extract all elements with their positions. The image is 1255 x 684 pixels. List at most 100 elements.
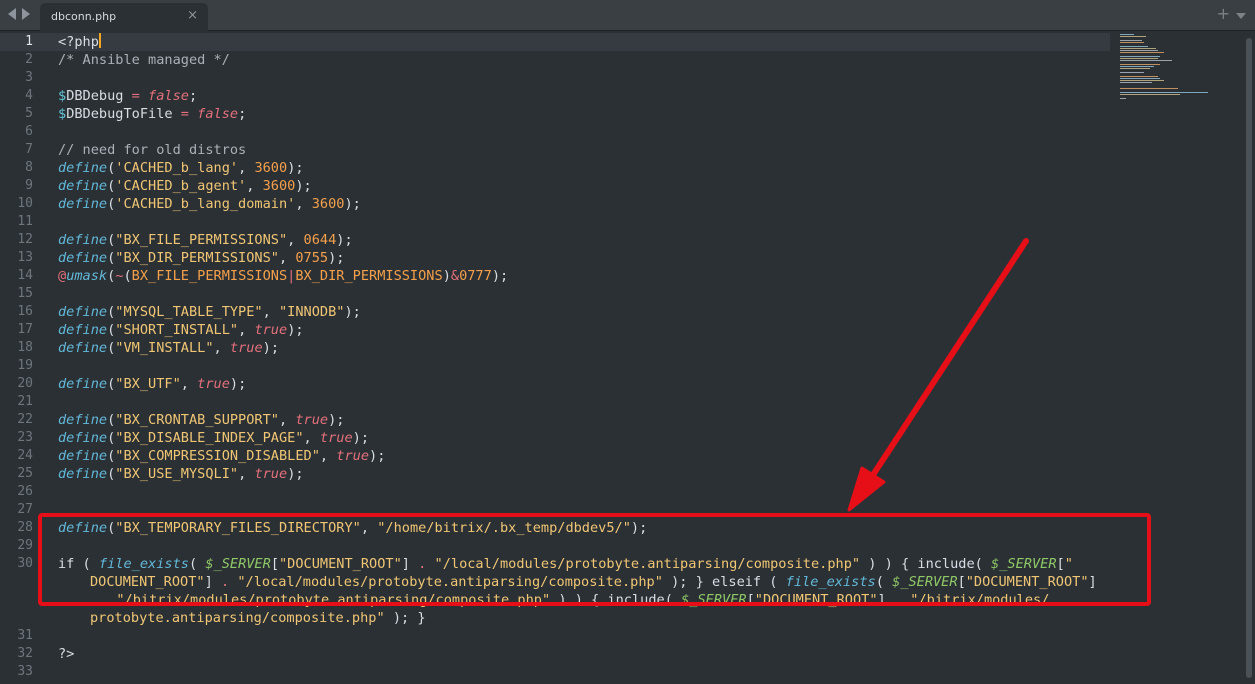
code-token: 0644 [303,232,337,248]
line-number: 27 [17,502,33,517]
line-number-gutter: 1 2 3 4 5 6 7 8 9 10 11 12 13 14 15 16 17 18 19 20 21 22 23 24 2… [0,32,42,684]
minimap-line [1120,34,1134,35]
code-token: DBDebug [66,88,124,104]
code-line[interactable]: define("BX_UTF", true); [58,375,246,393]
code-token: true [319,430,353,446]
scrollbar-thumb[interactable] [1246,38,1252,678]
code-line[interactable]: define("SHORT_INSTALL", true); [58,321,304,339]
minimap-line [1120,82,1152,83]
code-line[interactable]: @umask(~(BX_FILE_PERMISSIONS|BX_DIR_PERM… [58,267,508,285]
code-token: "BX_CRONTAB_SUPPORT" [115,412,279,428]
code-token: 3600 [262,178,296,194]
line-number: 4 [25,88,33,103]
code-token: true [229,340,263,356]
code-token: ); [344,304,361,320]
code-token: define [58,430,108,446]
code-token: ); [287,160,304,176]
code-token: define [58,196,108,212]
code-token: define [58,322,108,338]
code-line[interactable]: <?php [58,33,101,51]
line-number: 13 [17,250,33,265]
line-number: 31 [17,628,33,643]
code-token: , [278,412,296,428]
code-token: // need for old distros [58,142,247,158]
code-token: ); [262,340,280,356]
line-number: 33 [17,664,33,679]
minimap-line [1120,88,1178,89]
minimap[interactable] [1118,32,1208,112]
code-line[interactable]: define("BX_DISABLE_INDEX_PAGE", true); [58,429,369,447]
line-number: 10 [17,196,33,211]
code-token: protobyte.antiparsing/composite.php" [90,610,385,626]
minimap-line [1120,76,1158,77]
code-token: BX_DIR_PERMISSIONS [295,268,443,284]
vertical-scrollbar[interactable] [1243,32,1255,684]
code-token: <?php [58,34,99,50]
code-token: ); [287,466,304,482]
code-token: , [295,196,312,212]
tab-dbconn[interactable]: dbconn.php × [40,3,208,31]
code-token: false [197,106,239,122]
code-token: "BX_FILE_PERMISSIONS" [115,232,288,248]
code-line[interactable]: define("BX_COMPRESSION_DISABLED", true); [58,447,385,465]
line-number: 14 [17,268,33,283]
minimap-line [1120,78,1160,79]
code-token: define [58,340,108,356]
code-line[interactable]: define('CACHED_b_agent', 3600); [58,177,312,195]
tab-bar: dbconn.php × + [0,0,1255,31]
code-token: 'CACHED_b_agent' [115,178,247,194]
code-token: , [213,340,230,356]
code-line[interactable]: define("BX_FILE_PERMISSIONS", 0644); [58,231,353,249]
line-number: 2 [25,52,33,67]
code-line[interactable]: ?> [58,645,74,663]
code-token: , [303,430,320,446]
code-token: define [58,160,108,176]
new-tab-icon[interactable]: + [1217,4,1230,23]
code-token: "BX_COMPRESSION_DISABLED" [115,448,320,464]
code-token: , [319,448,337,464]
code-token: "MYSQL_TABLE_TYPE" [115,304,263,320]
code-token: $ [58,88,67,104]
code-token: = [172,106,198,122]
code-token: @ [58,268,67,284]
tab-menu-icon[interactable] [1236,13,1246,19]
code-token: define [58,412,108,428]
code-line[interactable]: define("BX_CRONTAB_SUPPORT", true); [58,411,344,429]
code-token: BX_FILE_PERMISSIONS [131,268,288,284]
code-token: = [123,88,149,104]
code-line[interactable]: $DBDebugToFile = false; [58,105,246,123]
nav-back-icon[interactable] [8,8,16,20]
line-number: 15 [17,286,33,301]
tab-label: dbconn.php [51,10,117,23]
code-line[interactable]: define("BX_DIR_PERMISSIONS", 0755); [58,249,344,267]
code-token: true [295,412,329,428]
code-token: ); [328,250,345,266]
code-token: ); [336,232,353,248]
code-line[interactable]: define("VM_INSTALL", true); [58,339,279,357]
code-token: ); [229,376,247,392]
code-line[interactable]: define('CACHED_b_lang_domain', 3600); [58,195,361,213]
code-line[interactable]: define("MYSQL_TABLE_TYPE", "INNODB"); [58,303,361,321]
code-token: "BX_UTF" [115,376,181,392]
code-token: ); [287,322,304,338]
code-line[interactable]: $DBDebug = false; [58,87,197,105]
code-token: "BX_DIR_PERMISSIONS" [115,250,279,266]
close-icon[interactable]: × [187,8,198,23]
code-line[interactable]: define("BX_USE_MYSQLI", true); [58,465,304,483]
code-line[interactable]: protobyte.antiparsing/composite.php" ); … [90,609,426,627]
code-token: ); [295,178,312,194]
code-token: ; [188,88,198,104]
nav-forward-icon[interactable] [22,8,30,20]
code-token: 'CACHED_b_lang_domain' [115,196,296,212]
code-token: define [58,178,108,194]
minimap-line [1120,80,1164,81]
code-line[interactable]: define('CACHED_b_lang', 3600); [58,159,304,177]
code-token: define [58,304,108,320]
code-token: true [336,448,370,464]
minimap-line [1120,50,1158,51]
minimap-line [1120,58,1158,59]
line-number: 18 [17,340,33,355]
code-token: ); [328,412,345,428]
code-line[interactable]: // need for old distros [58,141,246,159]
code-line[interactable]: /* Ansible managed */ [58,51,230,69]
